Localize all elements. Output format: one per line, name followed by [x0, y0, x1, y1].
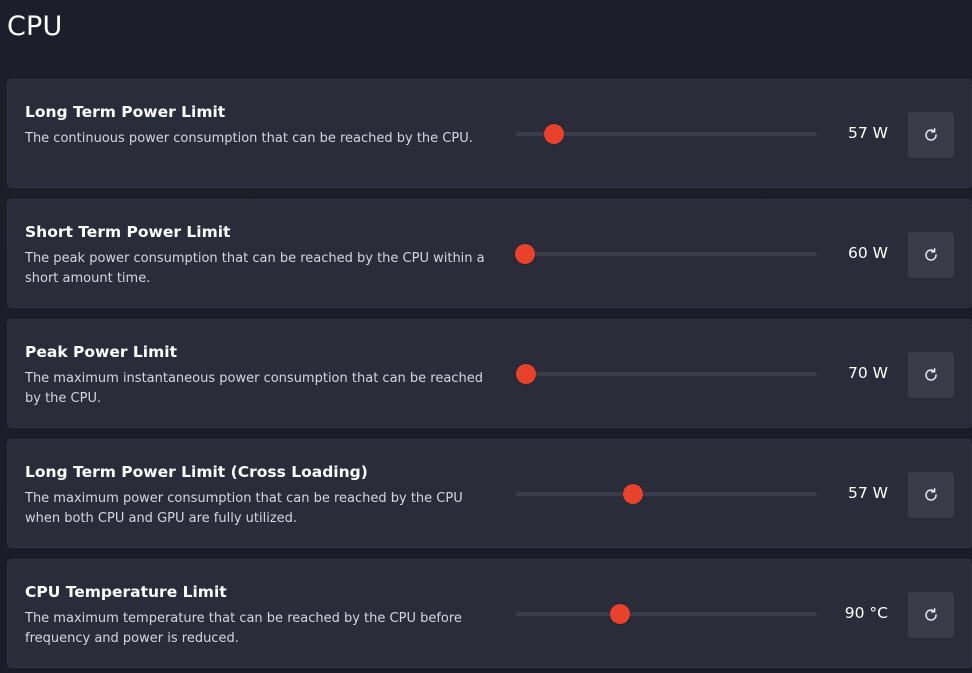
setting-description: The maximum instantaneous power consumpt…: [25, 371, 483, 406]
setting-title: Peak Power Limit: [25, 343, 177, 361]
reset-button[interactable]: [908, 232, 954, 278]
setting-description: The maximum temperature that can be reac…: [25, 611, 462, 646]
slider-thumb[interactable]: [515, 244, 536, 264]
cpu-settings-page: CPU Long Term Power Limit The continuous…: [0, 0, 972, 673]
setting-description: The maximum power consumption that can b…: [25, 491, 463, 526]
reset-button[interactable]: [908, 472, 954, 518]
setting-description: The peak power consumption that can be r…: [25, 251, 485, 286]
setting-value: 90 °C: [844, 604, 888, 622]
setting-title: Short Term Power Limit: [25, 223, 231, 241]
setting-card-peak-power-limit: Peak Power Limit The maximum instantaneo…: [7, 319, 972, 428]
section-title: CPU: [7, 11, 63, 42]
reset-button[interactable]: [908, 352, 954, 398]
cross-loading-power-limit-slider[interactable]: [516, 483, 817, 505]
reset-icon: [925, 488, 937, 501]
reset-button[interactable]: [908, 112, 954, 158]
reset-icon: [925, 368, 937, 381]
reset-icon: [925, 248, 937, 261]
setting-card-short-term-power-limit: Short Term Power Limit The peak power co…: [7, 199, 972, 308]
setting-value: 70 W: [848, 364, 888, 382]
reset-button[interactable]: [908, 592, 954, 638]
slider-thumb[interactable]: [543, 124, 564, 144]
peak-power-limit-slider[interactable]: [515, 363, 817, 385]
reset-icon: [925, 608, 937, 621]
setting-description: The continuous power consumption that ca…: [25, 131, 473, 146]
slider-track[interactable]: [516, 252, 817, 256]
slider-track[interactable]: [516, 612, 817, 616]
setting-card-long-term-power-limit-cross-loading: Long Term Power Limit (Cross Loading) Th…: [7, 439, 972, 548]
setting-title: CPU Temperature Limit: [25, 583, 227, 601]
slider-track[interactable]: [516, 492, 817, 496]
slider-thumb[interactable]: [609, 604, 630, 624]
setting-value: 57 W: [848, 124, 888, 142]
setting-card-cpu-temperature-limit: CPU Temperature Limit The maximum temper…: [7, 559, 972, 668]
setting-value: 60 W: [848, 244, 888, 262]
setting-title: Long Term Power Limit (Cross Loading): [25, 463, 368, 481]
slider-track[interactable]: [516, 372, 817, 376]
cpu-temperature-limit-slider[interactable]: [516, 603, 817, 625]
setting-card-long-term-power-limit: Long Term Power Limit The continuous pow…: [7, 79, 972, 188]
setting-title: Long Term Power Limit: [25, 103, 226, 121]
long-term-power-limit-slider[interactable]: [516, 123, 817, 145]
setting-value: 57 W: [848, 484, 888, 502]
slider-thumb[interactable]: [623, 484, 644, 504]
slider-thumb[interactable]: [515, 364, 536, 384]
reset-icon: [925, 128, 937, 141]
short-term-power-limit-slider[interactable]: [515, 243, 817, 265]
